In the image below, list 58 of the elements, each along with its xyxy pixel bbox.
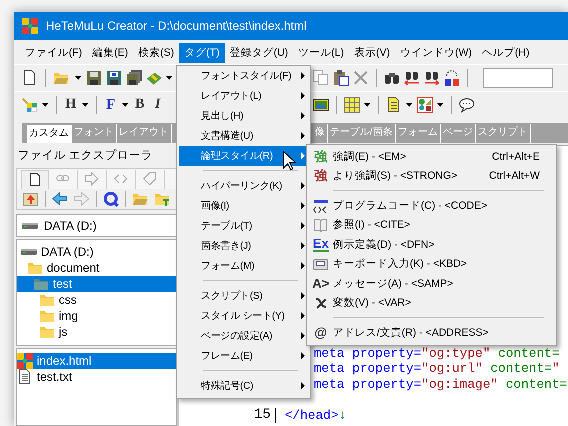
menu-item[interactable]: 表示(V)	[349, 43, 396, 63]
menu-item[interactable]: 検索(S)	[133, 43, 180, 63]
menu-item[interactable]: 見出し(H)	[179, 106, 308, 126]
code-line: </head>↓	[284, 408, 346, 423]
code-line: meta property="og:type" content=	[313, 346, 560, 361]
menu-item[interactable]: 参照(I) - <CITE>	[309, 216, 554, 235]
menu-item[interactable]: レイアウト(L)	[179, 86, 308, 106]
menu-item[interactable]: スタイル シート(Y)	[179, 306, 308, 326]
window-title: HeTeMuLu Creator - D:\document\test\index.html	[46, 19, 307, 33]
menu-item[interactable]: 特殊記号(C)	[179, 376, 308, 396]
menu-item[interactable]: フレーム(E)	[179, 346, 308, 366]
menu-item[interactable]: A> メッセージ(A) - <SAMP>	[309, 274, 554, 294]
menu-item[interactable]: 箇条書き(J)	[179, 236, 308, 256]
format-button[interactable]: F	[104, 97, 118, 113]
menu-item[interactable]: 文書構造(U)	[179, 126, 308, 146]
menu-item[interactable]: ヘルプ(H)	[477, 43, 535, 63]
menu-item[interactable]: フォントスタイル(F)	[179, 66, 308, 86]
drive-dropdown[interactable]: DATA (D:)	[16, 214, 177, 237]
menu-item[interactable]: 登録タグ(U)	[224, 43, 294, 63]
format-button[interactable]: B	[133, 97, 147, 113]
menu-item[interactable]: ウインドウ(W)	[395, 43, 478, 63]
tree-item[interactable]: css	[17, 292, 176, 308]
emphasis-icon: 強	[314, 168, 328, 184]
menu-item[interactable]: ページの設定(A)	[179, 326, 308, 346]
format-button[interactable]: I	[151, 97, 165, 113]
tree-item[interactable]: test	[17, 276, 176, 292]
menu-item[interactable]: フォーム(M)	[179, 256, 308, 276]
tree-item[interactable]: js	[17, 324, 176, 340]
menu-item[interactable]: 画像(I)	[179, 196, 308, 216]
menu-item[interactable]: 論理スタイル(R)	[179, 146, 308, 166]
code-line: meta property="og:url" content="	[313, 361, 560, 376]
tree-item[interactable]: img	[17, 308, 176, 324]
menu-item[interactable]: プログラムコード(C) - <CODE>	[309, 196, 554, 216]
line-number: 15	[179, 408, 276, 423]
menu-item[interactable]: テーブル(T)	[179, 216, 308, 236]
menu-item[interactable]: Ex 例示定義(D) - <DFN>	[309, 235, 554, 254]
address-icon: @	[314, 324, 328, 341]
menu-item[interactable]: ハイパーリンク(K)	[179, 176, 308, 196]
menu-item[interactable]: @ アドレス/文責(R) - <ADDRESS>	[309, 323, 554, 342]
menu-item[interactable]: スクリプト(S)	[179, 286, 308, 306]
code-line: meta property="og:image" content=	[313, 376, 568, 392]
emphasis-icon: 強	[314, 148, 328, 165]
sample-icon: A>	[312, 276, 330, 292]
menu-item[interactable]: 変数(V) - <VAR>	[309, 294, 554, 313]
menu-item[interactable]: 編集(E)	[87, 43, 134, 63]
menu-item[interactable]: キーボード入力(K) - <KBD>	[309, 254, 554, 274]
tree-item[interactable]: DATA (D:)	[17, 244, 176, 260]
menu-item[interactable]: 強 より強調(S) - <STRONG> Ctrl+Alt+W	[309, 166, 554, 186]
tree-item[interactable]: document	[17, 260, 176, 276]
menu-item[interactable]: ツール(L)	[293, 43, 350, 63]
tab[interactable]: カスタム	[27, 125, 72, 143]
menu-item[interactable]: 強 強調(E) - <EM> Ctrl+Alt+E	[309, 147, 554, 166]
format-button[interactable]: H	[64, 97, 78, 113]
file-item[interactable]: test.txt	[17, 369, 176, 385]
menu-item[interactable]: タグ(T)	[179, 43, 225, 63]
menu-item[interactable]: ファイル(F)	[20, 43, 88, 63]
panel-title: ファイル エクスプローラ	[17, 148, 154, 164]
file-item[interactable]: index.html	[17, 353, 176, 369]
